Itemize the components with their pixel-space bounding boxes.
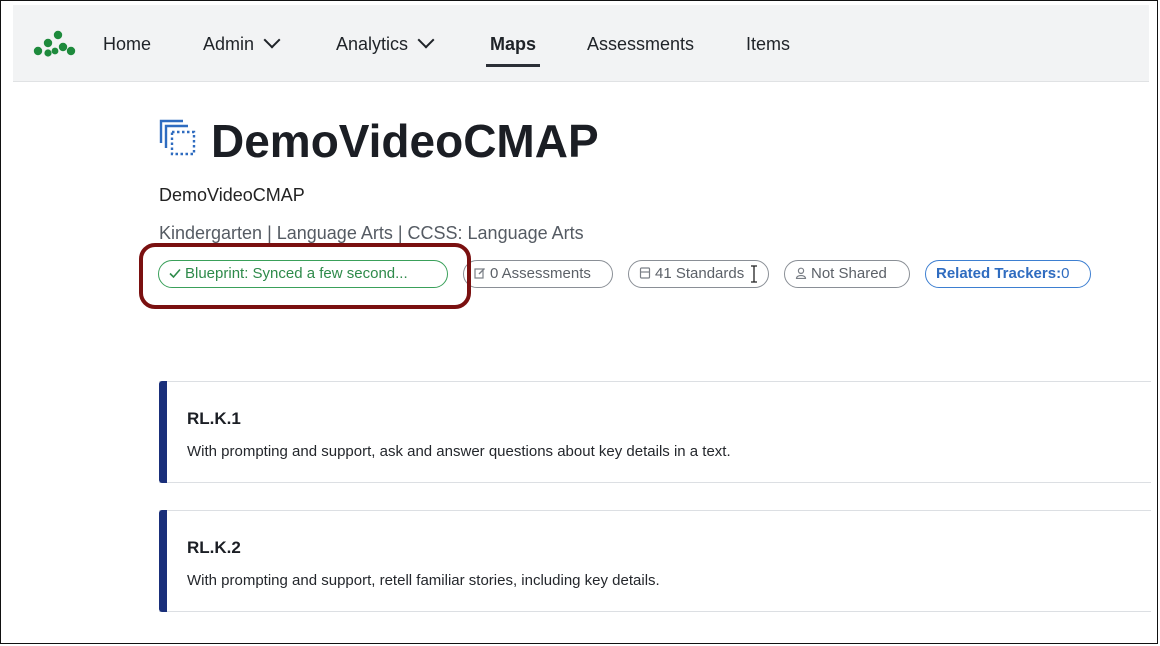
check-icon <box>169 268 181 279</box>
blueprint-status-chip[interactable]: Blueprint: Synced a few second... <box>158 260 448 288</box>
app-window: Home Admin Analytics Maps Assessments It… <box>0 0 1158 644</box>
nav-home-label: Home <box>103 34 152 54</box>
standards-chip[interactable]: 41 Standards <box>628 260 769 288</box>
sharing-chip[interactable]: Not Shared <box>784 260 910 288</box>
sharing-chip-label: Not Shared <box>811 265 887 282</box>
edit-icon <box>474 268 485 279</box>
nav-assessments-label: Assessments <box>587 34 695 54</box>
card-accent-bar <box>159 510 167 612</box>
top-nav-bar: Home Admin Analytics Maps Assessments It… <box>13 5 1149 82</box>
standard-description: With prompting and support, ask and answ… <box>187 443 731 460</box>
chevron-down-icon <box>417 31 435 49</box>
nav-maps-label: Maps <box>490 34 537 54</box>
blueprint-status-label: Blueprint: Synced a few second... <box>185 265 408 282</box>
nav-items-label: Items <box>746 34 791 54</box>
nav-items[interactable]: Items <box>746 31 790 59</box>
standard-description: With prompting and support, retell famil… <box>187 572 660 589</box>
map-subtitle: DemoVideoCMAP <box>159 185 305 205</box>
nav-assessments[interactable]: Assessments <box>587 31 694 59</box>
standards-chip-label: 41 Standards <box>655 265 745 282</box>
standard-card[interactable]: RL.K.1 With prompting and support, ask a… <box>159 381 1151 483</box>
card-accent-bar <box>159 381 167 483</box>
document-icon <box>639 267 651 279</box>
nav-analytics-label: Analytics <box>336 34 409 54</box>
chevron-down-icon <box>263 31 281 49</box>
dots-network-logo-icon[interactable] <box>33 29 77 57</box>
nav-analytics[interactable]: Analytics <box>336 31 435 59</box>
nav-admin[interactable]: Admin <box>203 31 281 59</box>
related-trackers-chip[interactable]: Related Trackers:0 <box>925 260 1091 288</box>
user-icon <box>795 267 807 279</box>
nav-admin-label: Admin <box>203 34 255 54</box>
related-trackers-count: 0 <box>1061 265 1070 282</box>
map-metadata: Kindergarten | Language Arts | CCSS: Lan… <box>159 223 584 243</box>
assessments-chip-label: 0 Assessments <box>490 265 591 282</box>
standard-code: RL.K.2 <box>187 538 241 557</box>
standard-code: RL.K.1 <box>187 409 241 428</box>
stacked-squares-icon <box>159 119 196 156</box>
page-title: DemoVideoCMAP <box>211 115 599 167</box>
text-cursor-icon <box>751 265 757 283</box>
nav-home[interactable]: Home <box>103 31 151 59</box>
standard-card[interactable]: RL.K.2 With prompting and support, retel… <box>159 510 1151 612</box>
related-trackers-label: Related Trackers: <box>936 265 1062 282</box>
assessments-chip[interactable]: 0 Assessments <box>463 260 613 288</box>
nav-maps[interactable]: Maps <box>485 31 541 67</box>
